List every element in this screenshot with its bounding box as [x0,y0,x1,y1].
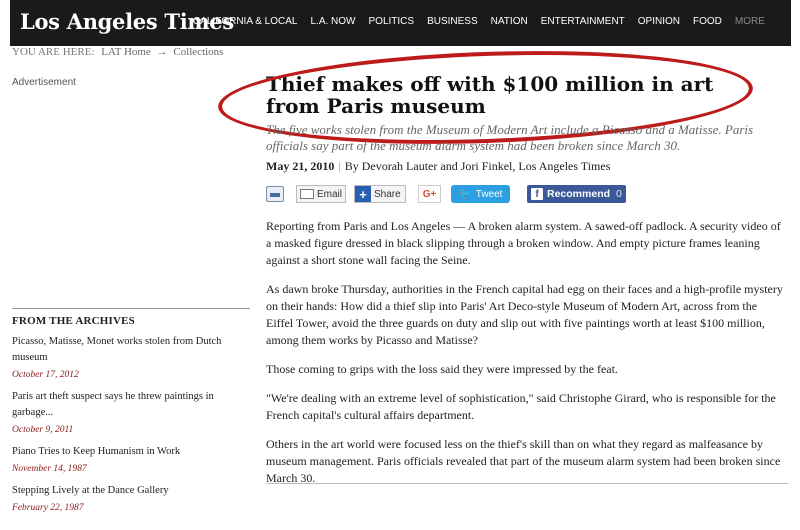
twitter-bird-icon: 🐦 [459,188,472,200]
byline-separator: | [338,159,341,173]
facebook-recommend-button[interactable]: f Recommend 0 [527,185,626,203]
nav-item-business[interactable]: BUSINESS [427,16,478,27]
plus-icon: + [355,186,372,202]
article-paragraph: Those coming to grips with the loss said… [266,362,618,376]
nav-item-more[interactable]: MORE [735,16,765,27]
advertisement-label: Advertisement [12,77,76,88]
article-body: Reporting from Paris and Los Angeles — A… [266,218,786,499]
article-dek: The five works stolen from the Museum of… [266,122,754,153]
recommend-label: Recommend [547,188,611,200]
archive-link[interactable]: Paris art theft suspect says he threw pa… [12,389,250,421]
breadcrumb: YOU ARE HERE: LAT Home → Collections [12,46,223,58]
email-label: Email [317,188,343,200]
top-nav-bar: Los Angeles Times CALIFORNIA & LOCAL L.A… [10,0,791,46]
article-paragraph: As dawn broke Thursday, authorities in t… [266,282,783,347]
article-paragraph: Reporting from Paris and Los Angeles — A… [266,219,781,267]
archive-item: Stepping Lively at the Dance Gallery Feb… [12,483,250,513]
recommend-count: 0 [616,188,622,200]
archives-panel: FROM THE ARCHIVES Picasso, Matisse, Mone… [12,308,250,522]
nav-item-nation[interactable]: NATION [491,16,528,27]
nav-item-la-now[interactable]: L.A. NOW [310,16,355,27]
archives-divider [12,308,250,309]
archive-item: Paris art theft suspect says he threw pa… [12,389,250,435]
article-date: May 21, 2010 [266,159,335,173]
facebook-icon: f [531,188,543,200]
article-byline: May 21, 2010 | By Devorah Lauter and Jori … [266,159,610,174]
google-plus-button[interactable]: G+ [417,185,442,203]
section-nav: CALIFORNIA & LOCAL L.A. NOW POLITICS BUS… [193,16,778,27]
nav-item-california-local[interactable]: CALIFORNIA & LOCAL [193,16,297,27]
nav-item-opinion[interactable]: OPINION [638,16,680,27]
article-authors: By Devorah Lauter and Jori Finkel, Los A… [344,159,611,173]
article-end-divider [266,483,788,484]
archive-item: Piano Tries to Keep Humanism in Work Nov… [12,444,250,474]
breadcrumb-arrow: → [156,46,168,58]
nav-item-entertainment[interactable]: ENTERTAINMENT [541,16,625,27]
archive-item: Picasso, Matisse, Monet works stolen fro… [12,334,250,380]
tweet-button[interactable]: 🐦 Tweet [451,185,511,203]
archive-link[interactable]: Stepping Lively at the Dance Gallery [12,483,250,499]
archive-link[interactable]: Picasso, Matisse, Monet works stolen fro… [12,334,250,366]
nav-item-politics[interactable]: POLITICS [369,16,415,27]
archive-date: February 22, 1987 [12,503,84,513]
archive-date: October 9, 2011 [12,425,74,435]
email-button[interactable]: Email [296,185,347,203]
archive-date: November 14, 1987 [12,464,87,474]
share-toolbar: Email + Share G+ 🐦 Tweet [266,184,518,204]
nav-item-food[interactable]: FOOD [693,16,722,27]
tweet-label: Tweet [475,188,503,200]
share-button[interactable]: + Share [354,185,406,203]
breadcrumb-collections-link[interactable]: Collections [173,46,223,58]
article-paragraph: "We're dealing with an extreme level of … [266,391,776,422]
article-paragraph: Others in the art world were focused les… [266,437,781,485]
breadcrumb-home-link[interactable]: LAT Home [101,46,151,58]
article-headline: Thief makes off with $100 million in art… [266,72,714,118]
archive-link[interactable]: Piano Tries to Keep Humanism in Work [12,444,250,460]
print-icon[interactable] [266,186,284,202]
share-label: Share [374,188,401,200]
breadcrumb-label: YOU ARE HERE: [12,46,95,58]
envelope-icon [300,189,314,199]
archive-date: October 17, 2012 [12,370,79,380]
archives-title: FROM THE ARCHIVES [12,315,135,327]
